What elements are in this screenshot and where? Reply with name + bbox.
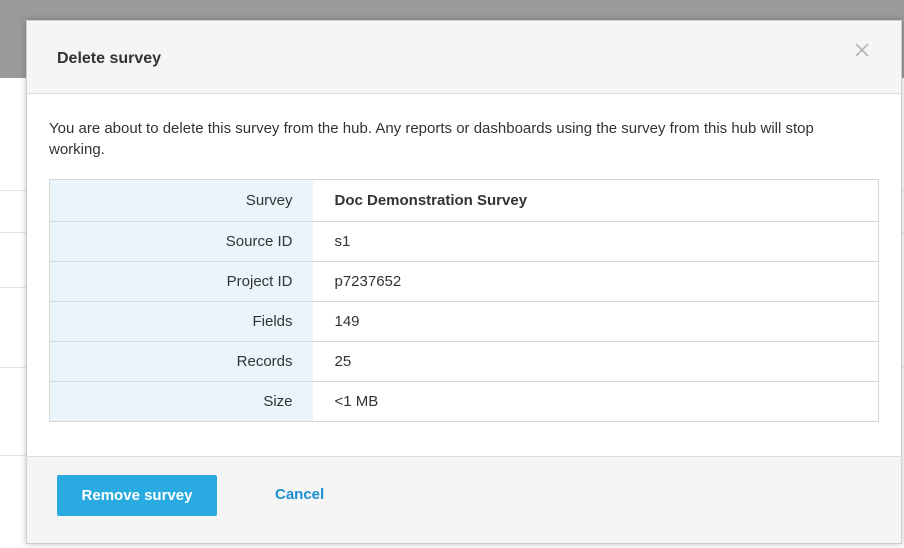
detail-label: Source ID: [49, 221, 313, 262]
table-row: Fields 149: [49, 301, 879, 342]
detail-value: 149: [312, 301, 879, 342]
table-row: Source ID s1: [49, 221, 879, 262]
backdrop-divider: [0, 455, 28, 456]
detail-label: Size: [49, 381, 313, 422]
backdrop-divider: [0, 367, 28, 368]
table-row: Project ID p7237652: [49, 261, 879, 302]
survey-details-table: Survey Doc Demonstration Survey Source I…: [49, 179, 879, 422]
detail-value: s1: [312, 221, 879, 262]
close-button[interactable]: [851, 39, 873, 61]
backdrop-divider: [0, 232, 28, 233]
detail-label: Records: [49, 341, 313, 382]
dialog-footer: Remove survey Cancel: [27, 456, 901, 543]
close-icon: [855, 43, 869, 57]
detail-value: 25: [312, 341, 879, 382]
dialog-header: Delete survey: [27, 21, 901, 94]
detail-label: Project ID: [49, 261, 313, 302]
backdrop-divider: [0, 190, 28, 191]
backdrop-divider: [0, 287, 28, 288]
detail-label: Survey: [49, 179, 313, 222]
table-row: Records 25: [49, 341, 879, 382]
table-row: Size <1 MB: [49, 381, 879, 422]
detail-value: Doc Demonstration Survey: [312, 179, 879, 222]
remove-survey-button[interactable]: Remove survey: [57, 475, 217, 516]
cancel-link[interactable]: Cancel: [275, 486, 324, 503]
dialog-body: You are about to delete this survey from…: [27, 94, 901, 456]
delete-survey-dialog: Delete survey You are about to delete th…: [26, 20, 902, 544]
detail-value: <1 MB: [312, 381, 879, 422]
detail-label: Fields: [49, 301, 313, 342]
warning-message: You are about to delete this survey from…: [49, 120, 814, 158]
dialog-title: Delete survey: [57, 50, 162, 67]
detail-value: p7237652: [312, 261, 879, 302]
table-row: Survey Doc Demonstration Survey: [49, 179, 879, 222]
